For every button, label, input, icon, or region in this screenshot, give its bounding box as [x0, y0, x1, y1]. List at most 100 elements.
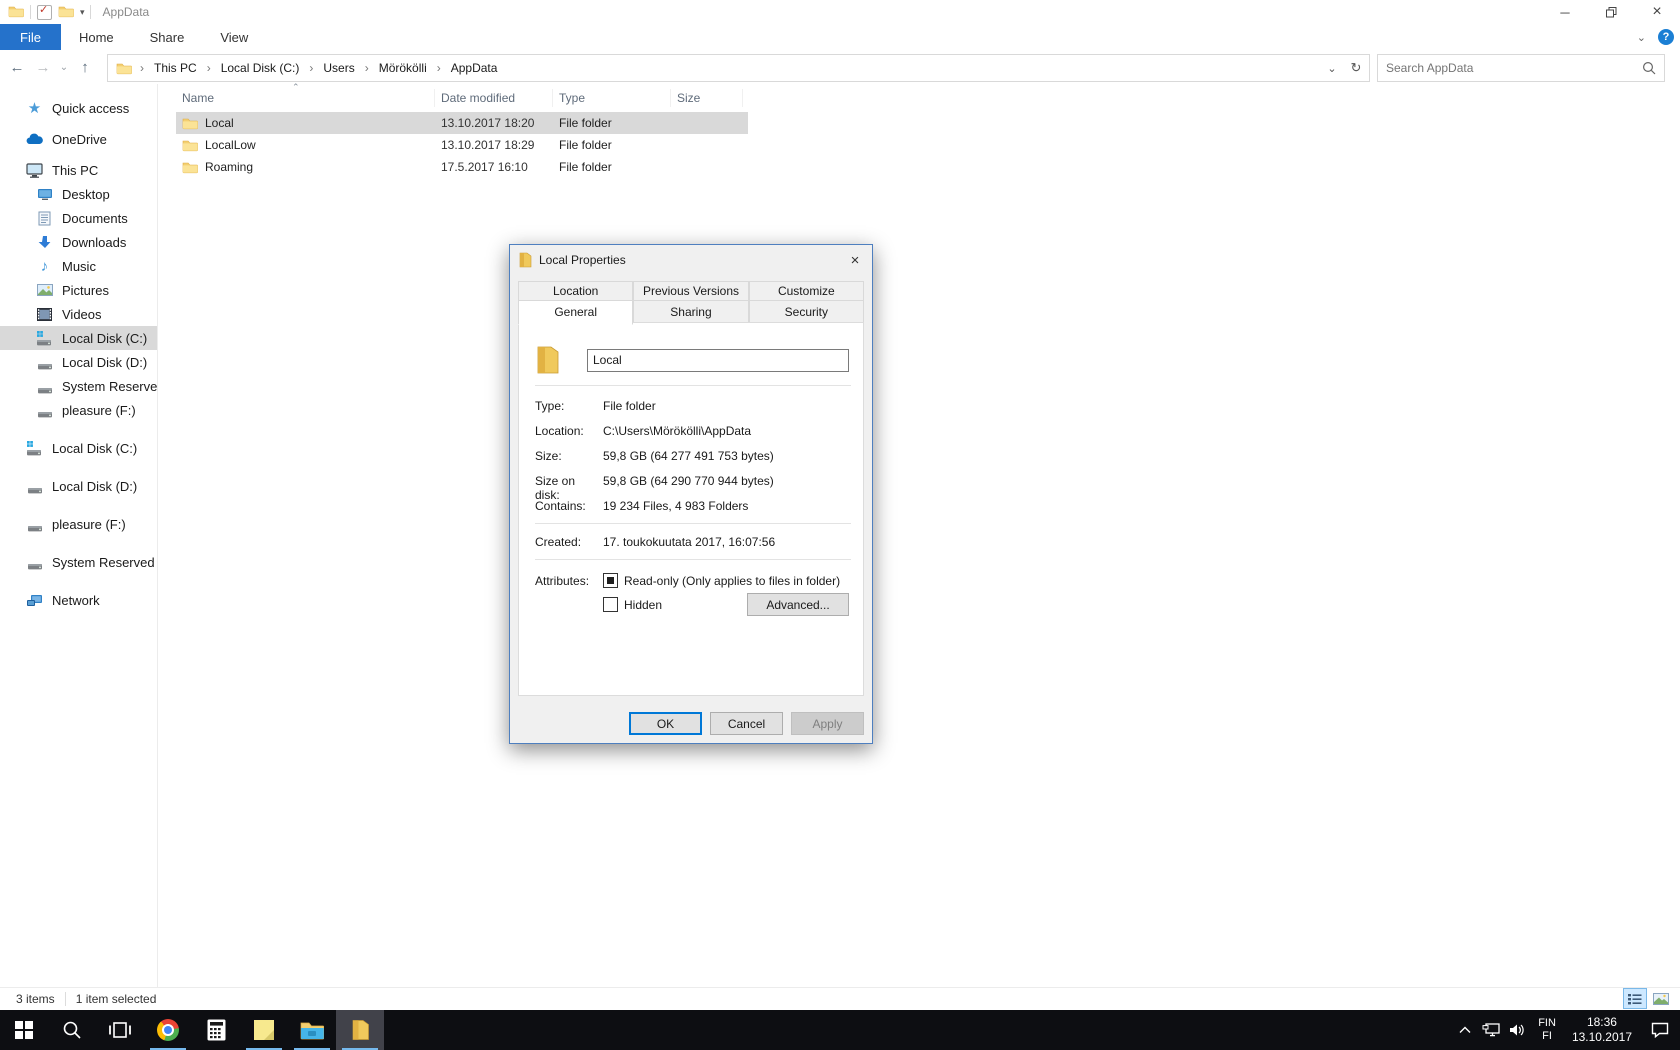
taskbar-folder-window-button[interactable] [336, 1010, 384, 1050]
chrome-icon [157, 1019, 179, 1041]
sidebar-item-music[interactable]: ♪ Music [0, 254, 157, 278]
windows-logo-icon [15, 1021, 33, 1039]
details-view-icon[interactable] [1624, 989, 1646, 1008]
sidebar-item-network[interactable]: Network [0, 588, 157, 612]
tray-chevron-up-icon[interactable] [1452, 1026, 1478, 1034]
ribbon-tab-file[interactable]: File [0, 24, 61, 50]
sidebar-item-system-reserved-e-root[interactable]: System Reserved (E:) [0, 550, 157, 574]
sidebar-item-onedrive[interactable]: OneDrive [0, 127, 157, 151]
file-date: 17.5.2017 16:10 [435, 160, 553, 174]
task-view-button[interactable] [96, 1010, 144, 1050]
chevron-right-icon: › [307, 61, 315, 75]
search-box [1377, 54, 1665, 82]
separator [90, 5, 91, 19]
tab-customize[interactable]: Customize [749, 281, 864, 301]
file-row-locallow[interactable]: LocalLow 13.10.2017 18:29 File folder [176, 134, 748, 156]
sidebar-item-this-pc[interactable]: This PC [0, 158, 157, 182]
location-folder-icon[interactable] [108, 60, 138, 76]
close-button[interactable]: × [1634, 0, 1680, 24]
help-icon[interactable]: ? [1658, 29, 1674, 45]
sidebar-item-desktop[interactable]: Desktop [0, 182, 157, 206]
sidebar-item-quick-access[interactable]: ★ Quick access [0, 96, 157, 120]
action-center-icon[interactable] [1640, 1022, 1680, 1038]
dialog-close-icon[interactable]: × [839, 246, 871, 274]
column-header-size[interactable]: Size [671, 89, 743, 107]
recent-locations-icon[interactable]: ⌄ [56, 62, 72, 73]
hidden-checkbox[interactable] [603, 597, 618, 612]
taskbar-search-button[interactable] [48, 1010, 96, 1050]
ribbon-tab-home[interactable]: Home [61, 24, 132, 50]
taskbar-sticky-notes-button[interactable] [240, 1010, 288, 1050]
ok-button[interactable]: OK [629, 712, 702, 735]
ribbon-collapse-icon[interactable]: ⌄ [1637, 31, 1646, 44]
file-row-local[interactable]: Local 13.10.2017 18:20 File folder [176, 112, 748, 134]
forward-icon[interactable]: → [30, 59, 56, 76]
drive-icon [26, 516, 43, 533]
taskbar-calculator-button[interactable] [192, 1010, 240, 1050]
up-icon[interactable]: ↑ [72, 59, 98, 76]
tab-security[interactable]: Security [749, 300, 864, 324]
restore-button[interactable] [1588, 0, 1634, 24]
folder-name-value: Local [593, 353, 622, 367]
minimize-button[interactable]: ─ [1542, 0, 1588, 24]
file-date: 13.10.2017 18:20 [435, 116, 553, 130]
folder-name-input[interactable]: Local [587, 349, 849, 372]
tab-previous-versions[interactable]: Previous Versions [633, 281, 748, 301]
ribbon-tab-view[interactable]: View [202, 24, 266, 50]
search-icon[interactable] [1634, 61, 1664, 75]
folder-icon [182, 137, 198, 153]
sidebar-item-system-reserved-e[interactable]: System Reserved (E: [0, 374, 157, 398]
advanced-button[interactable]: Advanced... [747, 593, 849, 616]
breadcrumb-appdata[interactable]: AppData [443, 55, 506, 81]
breadcrumb-this-pc[interactable]: This PC [146, 55, 205, 81]
tab-location[interactable]: Location [518, 281, 633, 301]
properties-check-icon[interactable] [37, 5, 52, 20]
file-row-roaming[interactable]: Roaming 17.5.2017 16:10 File folder [176, 156, 748, 178]
size-label: Size: [535, 449, 603, 463]
chevron-right-icon: › [205, 61, 213, 75]
cancel-button[interactable]: Cancel [710, 712, 783, 735]
back-icon[interactable]: ← [4, 59, 30, 76]
taskbar-chrome-button[interactable] [144, 1010, 192, 1050]
sidebar-item-documents[interactable]: Documents [0, 206, 157, 230]
sticky-notes-icon [254, 1020, 274, 1040]
divider [535, 559, 851, 560]
readonly-checkbox[interactable] [603, 573, 618, 588]
sidebar-item-local-disk-d-root[interactable]: Local Disk (D:) [0, 474, 157, 498]
sidebar-item-local-disk-c-root[interactable]: Local Disk (C:) [0, 436, 157, 460]
address-dropdown-icon[interactable]: ⌄ [1320, 55, 1344, 81]
taskbar-file-explorer-button[interactable] [288, 1010, 336, 1050]
documents-icon [36, 210, 53, 227]
address-bar[interactable]: › This PC › Local Disk (C:) › Users › Mö… [107, 54, 1345, 82]
start-button[interactable] [0, 1010, 48, 1050]
column-header-type[interactable]: Type [553, 89, 671, 107]
column-header-name[interactable]: Name ⌃ [176, 89, 435, 107]
refresh-icon[interactable]: ↻ [1343, 54, 1370, 82]
network-tray-icon[interactable] [1478, 1023, 1504, 1037]
sidebar-label: Local Disk (C:) [62, 331, 147, 346]
apply-button[interactable]: Apply [791, 712, 864, 735]
sidebar-item-local-disk-c[interactable]: Local Disk (C:) [0, 326, 157, 350]
dialog-titlebar: Local Properties [510, 245, 872, 275]
qat-customize-icon[interactable]: ▾ [80, 7, 84, 18]
taskbar-clock[interactable]: 18:36 13.10.2017 [1564, 1015, 1640, 1045]
language-indicator[interactable]: FIN FI [1530, 1017, 1564, 1043]
tab-sharing[interactable]: Sharing [633, 300, 748, 324]
sidebar-item-local-disk-d[interactable]: Local Disk (D:) [0, 350, 157, 374]
ribbon-tab-share[interactable]: Share [132, 24, 203, 50]
sidebar-item-pleasure-f[interactable]: pleasure (F:) [0, 398, 157, 422]
search-input[interactable] [1378, 61, 1634, 75]
sidebar-item-pleasure-f-root[interactable]: pleasure (F:) [0, 512, 157, 536]
sidebar-item-downloads[interactable]: Downloads [0, 230, 157, 254]
breadcrumb-users[interactable]: Users [315, 55, 362, 81]
column-header-date-modified[interactable]: Date modified [435, 89, 553, 107]
volume-tray-icon[interactable] [1504, 1023, 1530, 1037]
new-folder-icon[interactable] [58, 3, 74, 22]
general-tab-page: Local Type: File folder Location: C:\Use… [518, 322, 864, 696]
tab-general[interactable]: General [518, 300, 633, 325]
sidebar-item-videos[interactable]: Videos [0, 302, 157, 326]
breadcrumb-local-disk-c[interactable]: Local Disk (C:) [213, 55, 308, 81]
breadcrumb-user[interactable]: Mörökölli [371, 55, 435, 81]
large-icons-view-icon[interactable] [1650, 989, 1672, 1008]
sidebar-item-pictures[interactable]: Pictures [0, 278, 157, 302]
